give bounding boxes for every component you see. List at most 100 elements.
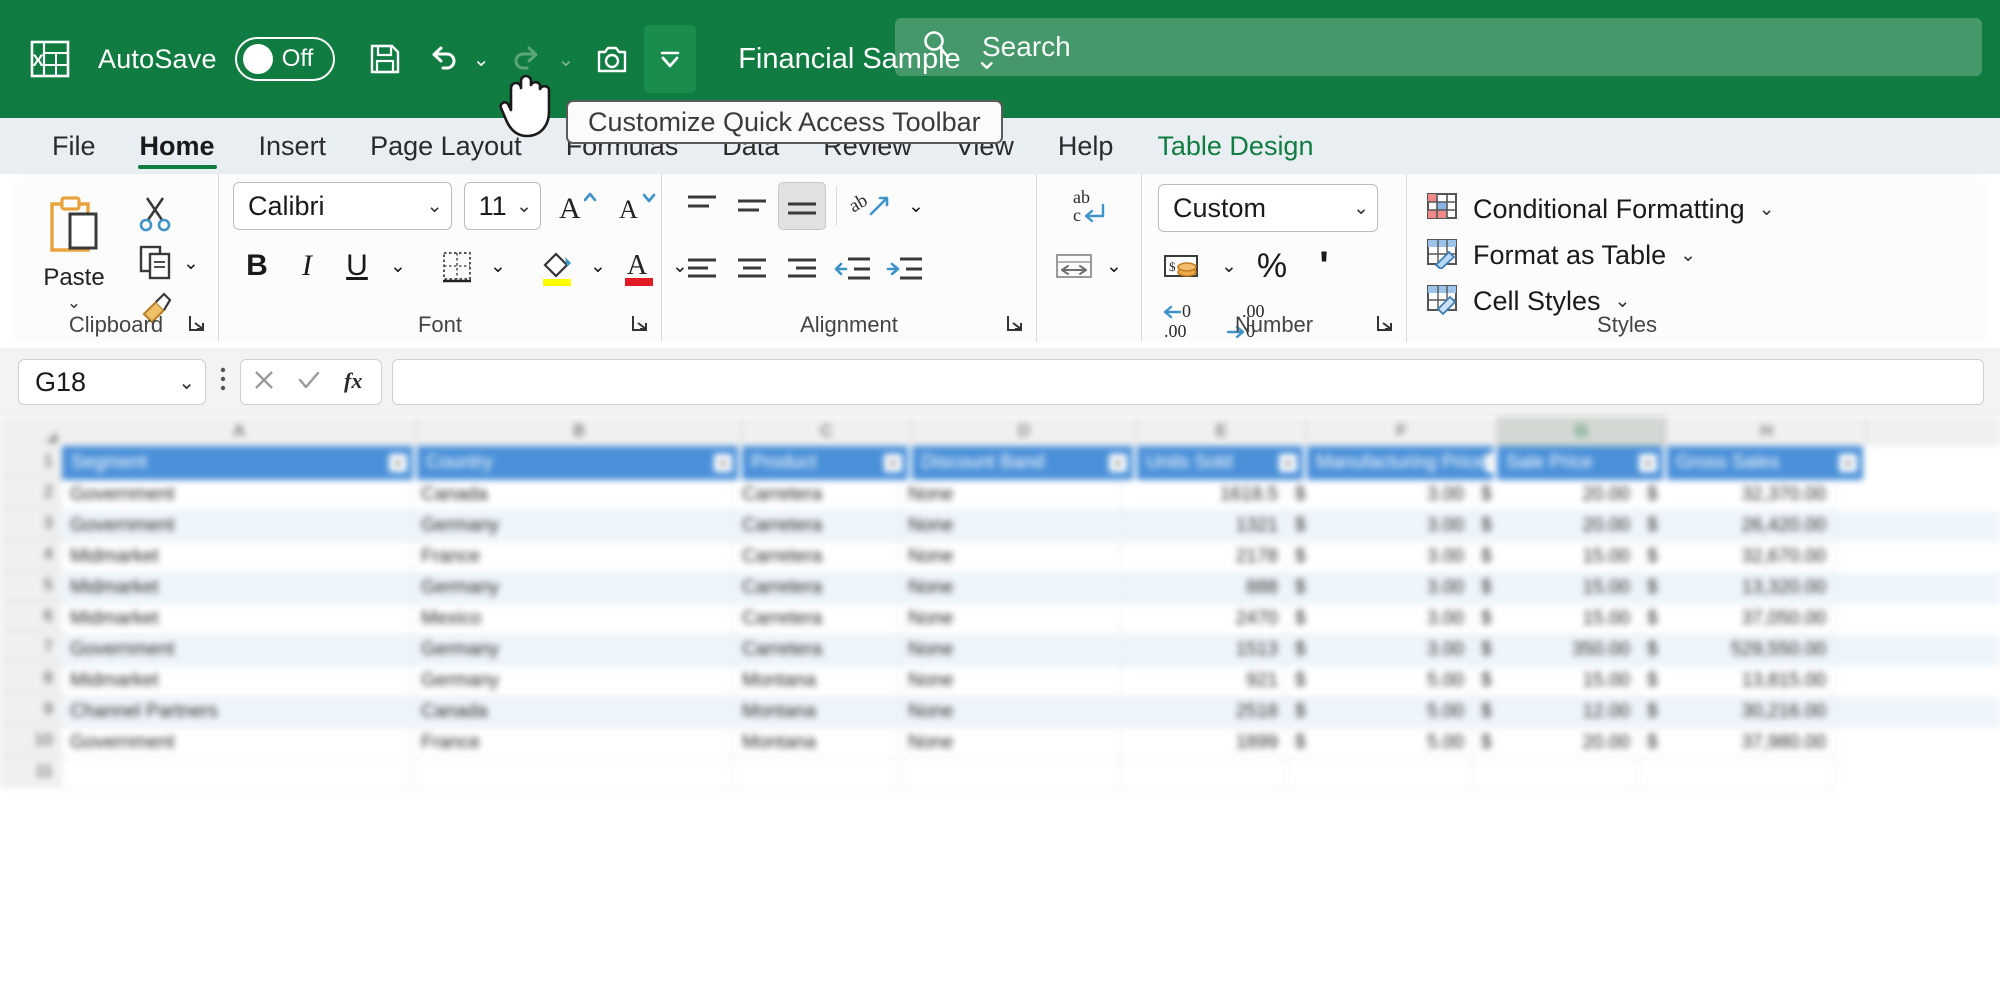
font-dialog-launcher-icon[interactable] — [629, 312, 651, 334]
copy-button[interactable] — [134, 240, 176, 287]
grid-cell[interactable]: Government — [62, 635, 413, 666]
table-header-gross-sales[interactable]: Gross Sales ▾ — [1667, 446, 1863, 480]
underline-dropdown-caret-icon[interactable]: ⌄ — [383, 242, 413, 290]
cancel-icon[interactable] — [251, 367, 277, 398]
column-header-f[interactable]: F — [1307, 416, 1497, 446]
grid-cell[interactable]: $20.00 — [1473, 480, 1639, 511]
insert-function-icon[interactable]: fx — [341, 365, 371, 400]
grid-cell[interactable]: Carretera — [734, 573, 900, 604]
grid-cell[interactable]: France — [413, 542, 734, 573]
row-header-4[interactable]: 4 — [0, 539, 62, 570]
grid-cell[interactable]: Government — [62, 511, 413, 542]
paste-button[interactable]: Paste ⌄ — [14, 182, 134, 313]
table-row[interactable]: Government Germany Carretera None 1321 $3.00 $… — [62, 511, 2000, 542]
copy-dropdown-caret-icon[interactable]: ⌄ — [176, 239, 206, 287]
grid-cell[interactable]: $3.00 — [1287, 511, 1473, 542]
grid-cell[interactable]: Midmarket — [62, 542, 413, 573]
grid-cell[interactable]: None — [900, 635, 1121, 666]
grid-cell[interactable] — [413, 759, 734, 790]
table-row[interactable]: Channel Partners Canada Montana None 2518 $5.… — [62, 697, 2000, 728]
align-right-icon[interactable] — [778, 244, 826, 292]
table-row[interactable]: Midmarket Germany Montana None 921 $5.00 $15.0… — [62, 666, 2000, 697]
grid-cell[interactable]: Midmarket — [62, 573, 413, 604]
grid-cell[interactable]: $529,550.00 — [1639, 635, 1835, 666]
grid-cell[interactable]: 1618.5 — [1121, 480, 1287, 511]
column-header-c[interactable]: C — [742, 416, 912, 446]
grid-cell[interactable]: Government — [62, 728, 413, 759]
grid-cell[interactable]: $13,815.00 — [1639, 666, 1835, 697]
column-header-g[interactable]: G — [1497, 416, 1667, 446]
filter-dropdown-icon[interactable]: ▾ — [1279, 454, 1297, 472]
grid-cell[interactable]: None — [900, 573, 1121, 604]
table-row[interactable]: Midmarket France Carretera None 2178 $3.00 $15… — [62, 542, 2000, 573]
grid-cell[interactable]: France — [413, 728, 734, 759]
table-header-sale-price[interactable]: Sale Price ▾ — [1497, 446, 1663, 480]
decrease-font-size-icon[interactable]: A — [613, 182, 661, 230]
table-row[interactable]: Government Canada Carretera None 1618.5 $3.00… — [62, 480, 2000, 511]
grid-cell[interactable]: $15.00 — [1473, 542, 1639, 573]
grid-cell[interactable]: Germany — [413, 666, 734, 697]
grid-cell[interactable]: $32,370.00 — [1639, 480, 1835, 511]
autosave-toggle[interactable]: Off — [234, 37, 335, 81]
table-header-units-sold[interactable]: Units Sold ▾ — [1137, 446, 1303, 480]
grid-cell[interactable]: Midmarket — [62, 604, 413, 635]
search-input[interactable]: Search — [982, 31, 1071, 63]
table-row[interactable] — [62, 759, 2000, 790]
redo-dropdown-caret[interactable]: ⌄ — [557, 47, 574, 72]
row-header-10[interactable]: 10 — [0, 725, 62, 756]
grid-cell[interactable]: $13,320.00 — [1639, 573, 1835, 604]
grid-cell[interactable]: $3.00 — [1287, 542, 1473, 573]
filter-dropdown-icon[interactable]: ▾ — [1484, 454, 1493, 472]
grid-cell[interactable]: Carretera — [734, 480, 900, 511]
grid-cell[interactable]: $15.00 — [1473, 573, 1639, 604]
percent-style-button[interactable]: % — [1248, 242, 1296, 290]
table-header-product[interactable]: Product ▾ — [742, 446, 908, 480]
fill-color-dropdown-caret-icon[interactable]: ⌄ — [583, 242, 613, 290]
wrap-text-icon[interactable]: ab c — [1061, 182, 1117, 230]
grid-cell[interactable]: $5.00 — [1287, 697, 1473, 728]
table-row[interactable]: Government France Montana None 1899 $5.00 $20.… — [62, 728, 2000, 759]
alignment-dialog-launcher-icon[interactable] — [1004, 312, 1026, 334]
table-row[interactable]: Midmarket Mexico Carretera None 2470 $3.00 $15… — [62, 604, 2000, 635]
font-color-icon[interactable]: A — [615, 242, 663, 290]
increase-indent-icon[interactable] — [880, 244, 930, 292]
grid-cell[interactable]: $3.00 — [1287, 573, 1473, 604]
grid-cell[interactable]: None — [900, 542, 1121, 573]
grid-cell[interactable] — [900, 759, 1121, 790]
number-format-combo[interactable]: Custom ⌄ — [1158, 184, 1378, 232]
accounting-dropdown-caret-icon[interactable]: ⌄ — [1214, 242, 1244, 290]
font-name-combo[interactable]: Calibri ⌄ — [233, 182, 452, 230]
decrease-indent-icon[interactable] — [828, 244, 878, 292]
table-header-discount-band[interactable]: Discount Band ▾ — [912, 446, 1133, 480]
grid-cell[interactable]: $32,670.00 — [1639, 542, 1835, 573]
grid-cell[interactable]: None — [900, 666, 1121, 697]
grid-cell[interactable]: Channel Partners — [62, 697, 413, 728]
grid-cell[interactable]: 2178 — [1121, 542, 1287, 573]
row-header-3[interactable]: 3 — [0, 508, 62, 539]
screenshot-icon[interactable] — [586, 31, 638, 87]
paste-caret-icon[interactable]: ⌄ — [67, 293, 81, 313]
grid-cell[interactable]: Mexico — [413, 604, 734, 635]
filter-dropdown-icon[interactable]: ▾ — [1839, 454, 1857, 472]
clipboard-dialog-launcher-icon[interactable] — [186, 312, 208, 334]
row-header-1[interactable]: 1 — [0, 446, 62, 477]
column-header-b[interactable]: B — [417, 416, 742, 446]
grid-cell[interactable]: $30,216.00 — [1639, 697, 1835, 728]
grid-cell[interactable]: 888 — [1121, 573, 1287, 604]
font-size-combo[interactable]: 11 ⌄ — [463, 182, 541, 230]
grid-cell[interactable]: $5.00 — [1287, 728, 1473, 759]
grid-cell[interactable]: $20.00 — [1473, 511, 1639, 542]
bold-button[interactable]: B — [233, 242, 281, 290]
table-header-country[interactable]: Country ▾ — [417, 446, 738, 480]
tab-table-design[interactable]: Table Design — [1135, 118, 1335, 174]
confirm-icon[interactable] — [296, 367, 322, 398]
column-header-a[interactable]: A — [62, 416, 417, 446]
grid-cell[interactable]: $12.00 — [1473, 697, 1639, 728]
grid-cell[interactable]: 1513 — [1121, 635, 1287, 666]
undo-dropdown-caret[interactable]: ⌄ — [473, 47, 490, 72]
grid-cell[interactable]: None — [900, 480, 1121, 511]
spreadsheet-grid[interactable]: ◢ A B C D E F G H 1 2 3 4 5 6 7 8 9 10 1… — [0, 416, 2000, 999]
grid-cell[interactable]: None — [900, 697, 1121, 728]
grid-cell[interactable]: None — [900, 604, 1121, 635]
row-header-7[interactable]: 7 — [0, 632, 62, 663]
